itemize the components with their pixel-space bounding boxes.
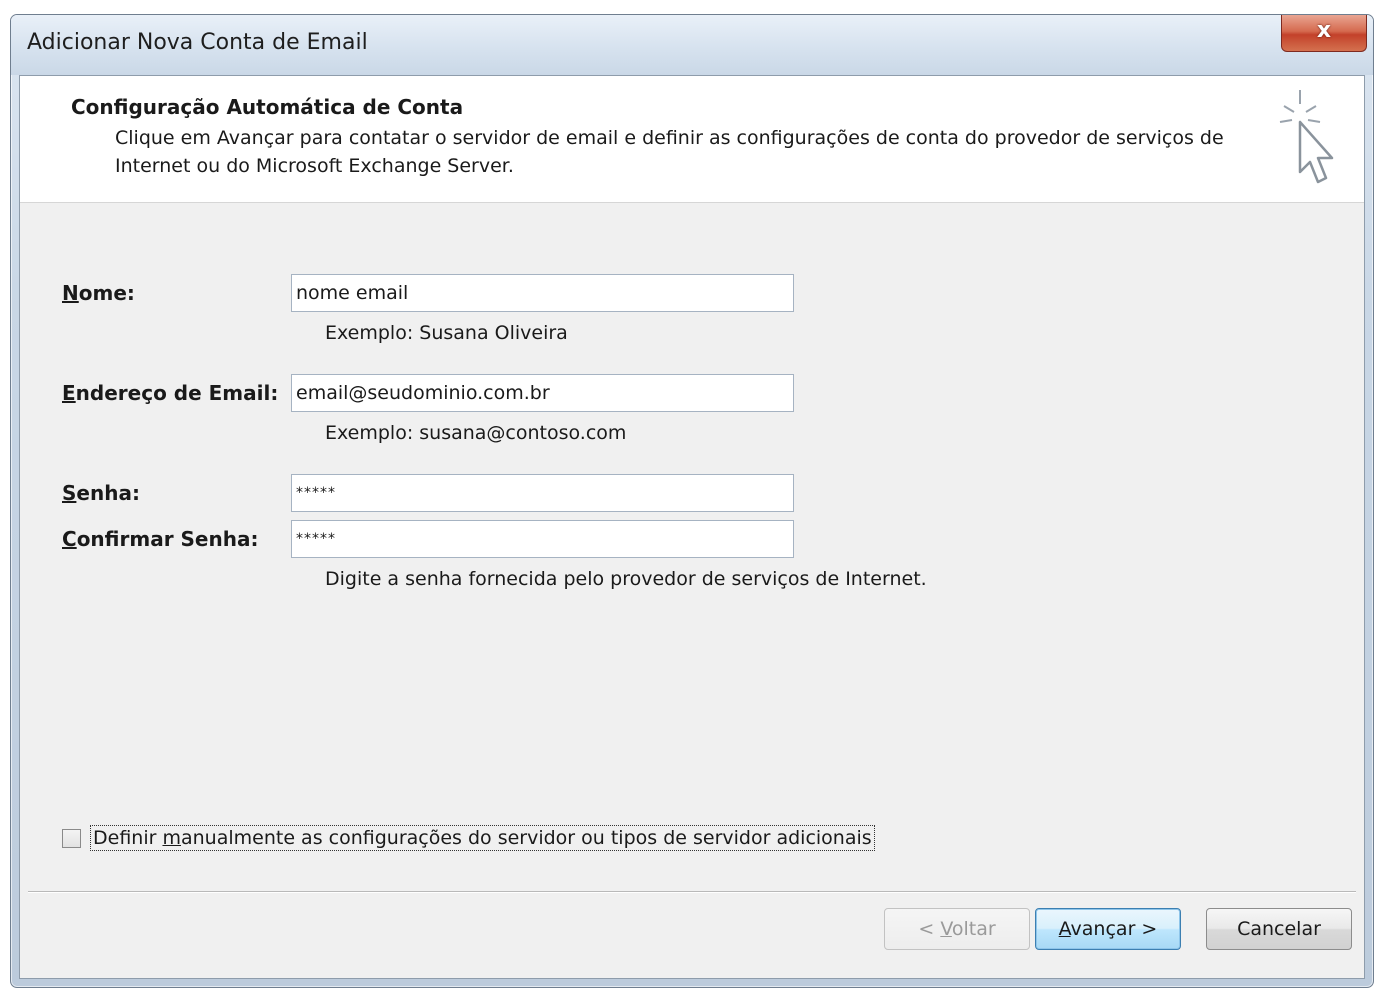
window-title: Adicionar Nova Conta de Email <box>27 30 368 55</box>
wizard-header: Configuração Automática de Conta Clique … <box>20 76 1364 203</box>
manual-config-label[interactable]: Definir manualmente as configurações do … <box>90 825 875 851</box>
confirmar-senha-label: Confirmar Senha: <box>62 527 259 551</box>
senha-label: Senha: <box>62 481 140 505</box>
wizard-cursor-icon <box>1279 90 1334 184</box>
header-description: Clique em Avançar para contatar o servid… <box>115 127 1224 177</box>
cancel-button[interactable]: Cancelar <box>1206 908 1352 950</box>
nome-input[interactable] <box>291 274 794 312</box>
password-hint: Digite a senha fornecida pelo provedor d… <box>325 568 927 590</box>
manual-config-checkbox[interactable] <box>62 828 81 848</box>
title-bar[interactable]: Adicionar Nova Conta de Email x <box>11 15 1373 75</box>
dialog-body: Configuração Automática de Conta Clique … <box>19 75 1365 979</box>
manual-config-row[interactable]: Definir manualmente as configurações do … <box>62 823 875 853</box>
footer-separator <box>28 891 1356 893</box>
close-icon: x <box>1316 18 1332 43</box>
email-hint: Exemplo: susana@contoso.com <box>325 422 627 444</box>
dialog-window: Adicionar Nova Conta de Email x Configur… <box>10 14 1374 988</box>
nome-hint: Exemplo: Susana Oliveira <box>325 322 568 344</box>
nome-label: Nome: <box>62 281 135 305</box>
senha-input[interactable] <box>291 474 794 512</box>
next-button[interactable]: Avançar > <box>1035 908 1181 950</box>
email-input[interactable] <box>291 374 794 412</box>
header-title: Configuração Automática de Conta <box>71 95 464 119</box>
confirmar-senha-input[interactable] <box>291 520 794 558</box>
back-button[interactable]: < Voltar <box>884 908 1030 950</box>
email-label: Endereço de Email: <box>62 381 279 405</box>
close-button[interactable]: x <box>1281 15 1367 52</box>
